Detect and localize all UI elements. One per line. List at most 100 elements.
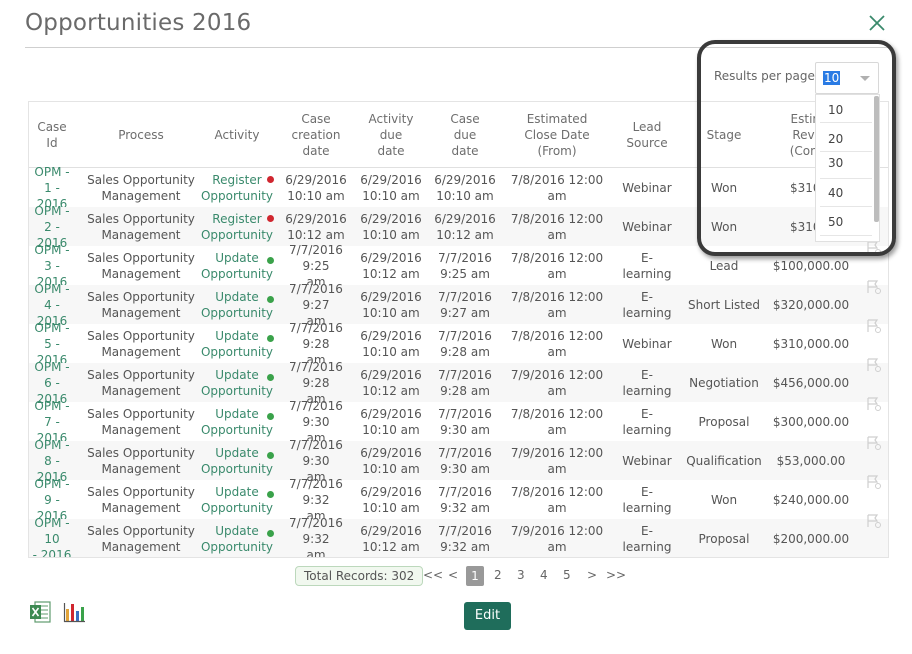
- cell-process: Sales Opportunity Management: [87, 402, 195, 441]
- cell-case-id[interactable]: OPM - 5 -2016: [29, 321, 75, 367]
- case-action-icon[interactable]: [865, 279, 883, 295]
- table-row[interactable]: OPM - 2 -2016 Sales Opportunity Management…: [29, 204, 888, 250]
- cell-case-due-date: 7/7/2016 9:32 am: [430, 519, 500, 557]
- cell-activity[interactable]: Update Opportunity: [195, 324, 279, 363]
- last-page-link[interactable]: >>: [606, 568, 626, 582]
- status-dot-green: [267, 452, 274, 459]
- cell-case-id[interactable]: OPM - 9 -2016: [29, 477, 75, 523]
- cell-activity-due-date: 6/29/2016 10:10 am: [356, 480, 426, 519]
- cell-line: - 2016: [32, 547, 72, 558]
- column-header-stage[interactable]: Stage: [683, 102, 765, 168]
- cell-line: Sales Opportunity: [87, 328, 195, 343]
- status-dot-green: [267, 491, 274, 498]
- next-page-link[interactable]: >: [587, 568, 597, 582]
- cell-case-id[interactable]: OPM - 2 -2016: [29, 204, 75, 250]
- case-action-icon[interactable]: [865, 318, 883, 334]
- cell-activity[interactable]: Register Opportunity: [195, 207, 279, 246]
- cell-line: OPM - 9 -: [34, 476, 70, 507]
- page-link-2[interactable]: 2: [494, 568, 502, 582]
- case-action-icon[interactable]: [865, 240, 883, 256]
- cell-line: 6/29/2016: [360, 523, 422, 538]
- cell-case-id[interactable]: OPM - 10- 2016: [29, 516, 75, 558]
- cell-line: Update: [215, 406, 259, 421]
- table-row[interactable]: OPM - 7 -2016 Sales Opportunity Management…: [29, 397, 888, 445]
- cell-case-id[interactable]: OPM - 7 -2016: [29, 399, 75, 445]
- cell-activity[interactable]: Update Opportunity: [195, 285, 279, 324]
- dropdown-scrollbar[interactable]: [874, 96, 879, 222]
- cell-case-id[interactable]: OPM - 8 -2016: [29, 438, 75, 484]
- caret-down-icon[interactable]: [860, 76, 870, 81]
- column-header-activity[interactable]: Activity: [195, 102, 279, 168]
- cell-activity[interactable]: Update Opportunity: [195, 480, 279, 519]
- cell-case-creation-date: 6/29/2016 10:12 am: [276, 207, 356, 246]
- pagination: Total Records: 302 << < 1 2 3 4 5 > >>: [0, 566, 912, 586]
- edit-button[interactable]: Edit: [464, 602, 511, 630]
- rpp-option-50[interactable]: 50: [828, 215, 843, 229]
- rpp-option-40[interactable]: 40: [828, 186, 843, 200]
- cell-activity[interactable]: Register Opportunity: [195, 168, 279, 207]
- cell-activity[interactable]: Update Opportunity: [195, 246, 279, 285]
- cell-process: Sales Opportunity Management: [87, 246, 195, 285]
- close-icon[interactable]: [866, 12, 888, 34]
- table-row[interactable]: OPM - 6 -2016 Sales Opportunity Management…: [29, 358, 888, 406]
- cell-line: 6/29/2016: [434, 211, 496, 226]
- prev-page-link[interactable]: <: [448, 568, 458, 582]
- column-header-activity-due-date[interactable]: Activity due date: [356, 102, 426, 168]
- cell-line: 7/7/2016 9:28: [289, 320, 343, 351]
- results-per-page-label: Results per page: [714, 69, 815, 83]
- cell-line: Sales Opportunity: [87, 406, 195, 421]
- cell-activity[interactable]: Update Opportunity: [195, 402, 279, 441]
- cell-case-id[interactable]: OPM - 4 -2016: [29, 282, 75, 328]
- table-row[interactable]: OPM - 10- 2016 Sales Opportunity Managemen…: [29, 514, 888, 558]
- column-header-case-creation-date[interactable]: Case creation date: [276, 102, 356, 168]
- cell-stage: Proposal: [698, 531, 750, 546]
- case-action-icon[interactable]: [865, 435, 883, 451]
- column-header-lead-source[interactable]: Lead Source: [620, 102, 674, 168]
- table-row[interactable]: OPM - 9 -2016 Sales Opportunity Management…: [29, 475, 888, 523]
- page-link-1[interactable]: 1: [466, 566, 484, 586]
- column-header-case-due-date[interactable]: Case due date: [430, 102, 500, 168]
- page-link-5[interactable]: 5: [563, 568, 571, 582]
- rpp-option-20[interactable]: 20: [828, 132, 843, 146]
- page-link-3[interactable]: 3: [517, 568, 525, 582]
- cell-line: 9:28 am: [440, 344, 490, 359]
- cell-line: Sales Opportunity: [87, 445, 195, 460]
- table-row[interactable]: OPM - 8 -2016 Sales Opportunity Management…: [29, 436, 888, 484]
- cell-line: 7/7/2016 9:25: [289, 242, 343, 273]
- cell-line: 7/7/2016 9:32: [289, 476, 343, 507]
- column-header-process[interactable]: Process: [87, 102, 195, 168]
- total-records-badge: Total Records: 302: [295, 566, 424, 586]
- rpp-option-10[interactable]: 10: [828, 103, 843, 117]
- results-per-page-select[interactable]: 10: [815, 62, 879, 94]
- table-row[interactable]: OPM - 3 -2016 Sales Opportunity Management…: [29, 241, 888, 289]
- excel-export-icon[interactable]: [29, 600, 51, 624]
- column-header-case-id[interactable]: Case Id: [29, 102, 75, 168]
- table-row[interactable]: OPM - 5 -2016 Sales Opportunity Management…: [29, 319, 888, 367]
- cell-stage: Proposal: [698, 414, 750, 429]
- case-action-icon[interactable]: [865, 357, 883, 373]
- cell-estimated-revenue: $320,000.00: [772, 297, 850, 312]
- cell-line: Update: [215, 445, 259, 460]
- table-row[interactable]: OPM - 1 -2016 Sales Opportunity Management…: [29, 165, 888, 211]
- status-dot-red: [267, 215, 274, 222]
- case-action-icon[interactable]: [865, 513, 883, 529]
- cell-activity-due-date: 6/29/2016 10:10 am: [356, 441, 426, 480]
- cell-line: Sales Opportunity: [87, 211, 195, 226]
- rpp-option-30[interactable]: 30: [828, 156, 843, 170]
- cell-line: Opportunity: [200, 266, 273, 281]
- cell-line: Register: [212, 172, 262, 187]
- cell-case-id[interactable]: OPM - 3 -2016: [29, 243, 75, 289]
- cell-line: 6/29/2016: [360, 250, 422, 265]
- table-row[interactable]: OPM - 4 -2016 Sales Opportunity Management…: [29, 280, 888, 328]
- cell-activity[interactable]: Update Opportunity: [195, 519, 279, 557]
- case-action-icon[interactable]: [865, 474, 883, 490]
- cell-case-id[interactable]: OPM - 6 -2016: [29, 360, 75, 406]
- case-action-icon[interactable]: [865, 396, 883, 412]
- first-page-link[interactable]: <<: [423, 568, 443, 582]
- cell-activity[interactable]: Update Opportunity: [195, 363, 279, 402]
- chart-icon[interactable]: [62, 600, 86, 624]
- page-link-4[interactable]: 4: [540, 568, 548, 582]
- column-header-estimated-close-date[interactable]: Estimated Close Date (From): [505, 102, 609, 168]
- cell-activity[interactable]: Update Opportunity: [195, 441, 279, 480]
- cell-case-id[interactable]: OPM - 1 -2016: [29, 165, 75, 211]
